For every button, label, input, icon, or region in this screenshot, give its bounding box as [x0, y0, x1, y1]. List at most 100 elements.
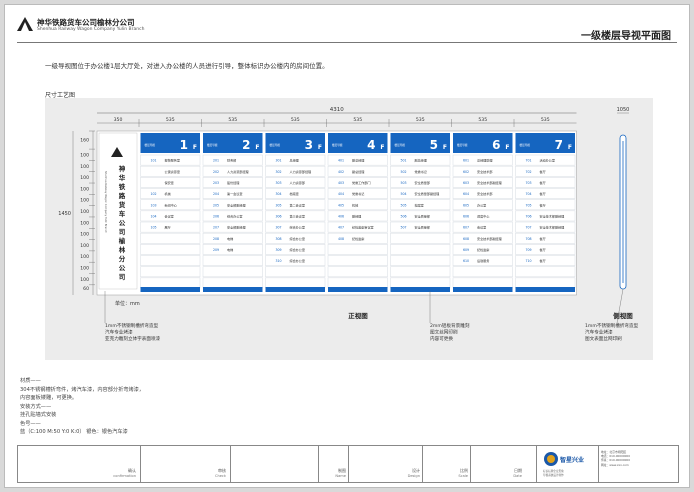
- room-number: 610: [463, 259, 469, 263]
- cell-divider: [348, 446, 349, 482]
- row-height-label: 100: [80, 266, 89, 272]
- row-height-label: 100: [80, 220, 89, 226]
- room-row: [140, 232, 201, 244]
- room-number: 501: [401, 159, 407, 163]
- room-name: 电梯: [227, 247, 233, 252]
- room-row: [140, 244, 201, 255]
- room-name: 会议室: [477, 225, 486, 230]
- room-number: 704: [526, 192, 532, 196]
- room-name: 公寓资源室: [165, 169, 180, 174]
- room-name: 纪检监察审议室: [352, 225, 374, 230]
- room-number: 403: [338, 181, 344, 185]
- room-number: 308: [276, 237, 282, 241]
- row-height-label: 160: [80, 138, 89, 144]
- room-name: 总经理: [290, 158, 299, 163]
- note-line: 挂孔贴墙式安装: [20, 412, 57, 418]
- room-number: 310: [276, 259, 282, 263]
- room-number: 301: [276, 159, 282, 163]
- floor-footer-bar: [265, 287, 325, 292]
- contact-line: 网址：www.xxx.com: [601, 462, 629, 467]
- row-height-label: 100: [80, 175, 89, 181]
- row-height-label: 100: [80, 198, 89, 204]
- room-name: 第一会议室: [227, 191, 242, 196]
- company-vertical-char: 车: [119, 209, 126, 218]
- field-sub: Design: [407, 474, 420, 478]
- cell-divider: [470, 446, 471, 482]
- room-name: 党委书记: [415, 169, 427, 174]
- floor-width-label: 535: [478, 117, 487, 123]
- company-vertical-char: 司: [119, 228, 126, 236]
- row-height-label: 100: [80, 277, 89, 283]
- room-name: 安全技术部副经理: [477, 180, 502, 185]
- room-row: [140, 277, 201, 289]
- floor-suffix: F: [255, 144, 259, 151]
- room-name: 副经理: [352, 213, 361, 218]
- room-name: 综合办公室: [227, 213, 242, 218]
- company-vertical-char: 铁: [118, 182, 126, 191]
- room-name: 餐厅: [540, 191, 546, 196]
- right-annotation: 图文表面丝网印刷: [585, 335, 622, 342]
- room-name: 第三会议室: [290, 213, 305, 218]
- room-number: 506: [401, 214, 407, 218]
- room-number: 706: [526, 214, 532, 218]
- room-name: 副总经理: [352, 158, 364, 163]
- row-height-label: 100: [80, 209, 89, 215]
- company-vertical-en: Shenhua Railway Wagon Company Yulin Bran…: [104, 171, 108, 233]
- floor-header: [140, 133, 200, 153]
- room-name: 纪检监察: [352, 236, 364, 241]
- brand-name: 智星兴业: [560, 457, 585, 464]
- room-name: 机械: [165, 191, 171, 196]
- first-col-label: 350: [114, 117, 123, 123]
- row-height-label: 60: [83, 286, 89, 292]
- floor-suffix: F: [318, 144, 322, 151]
- room-name: 新闻中心: [165, 202, 177, 207]
- floor-number: 7: [555, 138, 563, 152]
- floor-footer-bar: [515, 287, 575, 292]
- left-annotation: 1mm不锈钢制槽折弯造型: [105, 322, 159, 329]
- company-vertical-char: 分: [119, 254, 126, 263]
- company-vertical-char: 司: [119, 273, 126, 281]
- room-name: 安全技术部副经理: [540, 213, 565, 218]
- brand-tagline-line: 导视系统设计制作: [543, 473, 564, 477]
- company-vertical-char: 林: [119, 245, 126, 254]
- room-name: 副总经理: [415, 158, 427, 163]
- right-annotation: 汽车专业烤漆: [585, 329, 613, 336]
- room-number: 605: [463, 203, 469, 207]
- floor-width-label: 535: [166, 117, 175, 123]
- note-line: 色号——: [20, 420, 41, 427]
- floor-header: [390, 133, 450, 153]
- room-name: 会议室: [165, 213, 174, 218]
- room-number: 201: [213, 159, 219, 163]
- floor-header-caption: 楼层导视: [520, 143, 531, 147]
- room-name: 安全质量部副经理: [415, 191, 440, 196]
- room-name: 办公室: [477, 202, 486, 207]
- room-number: 707: [526, 226, 532, 230]
- row-height-label: 100: [80, 164, 89, 170]
- room-number: 101: [151, 159, 157, 163]
- field-sub: Name: [335, 474, 346, 478]
- floor-width-label: 535: [541, 117, 550, 123]
- floor-header-caption: 楼层导视: [270, 143, 281, 147]
- room-name: 安全质量部: [415, 213, 430, 218]
- room-name: 综合办公室: [290, 258, 305, 263]
- floor-number: 2: [242, 138, 250, 152]
- row-height-label: 100: [80, 254, 89, 260]
- room-row: [265, 277, 326, 289]
- room-name: 人力资源部经理: [227, 169, 249, 174]
- floor-suffix: F: [505, 144, 509, 151]
- room-number: 204: [213, 192, 219, 196]
- company-vertical-char: 货: [118, 200, 126, 209]
- room-name: 电梯: [227, 236, 233, 241]
- room-row: [265, 266, 326, 278]
- room-number: 209: [213, 248, 219, 252]
- floor-footer-bar: [140, 287, 200, 292]
- room-row: [327, 266, 388, 278]
- room-name: 安全技术部副经理: [477, 236, 502, 241]
- room-number: 103: [151, 203, 157, 207]
- room-number: 504: [401, 192, 407, 196]
- room-name: 财务部: [227, 158, 236, 163]
- room-number: 207: [213, 226, 219, 230]
- room-number: 609: [463, 248, 469, 252]
- room-number: 208: [213, 237, 219, 241]
- room-number: 505: [401, 203, 407, 207]
